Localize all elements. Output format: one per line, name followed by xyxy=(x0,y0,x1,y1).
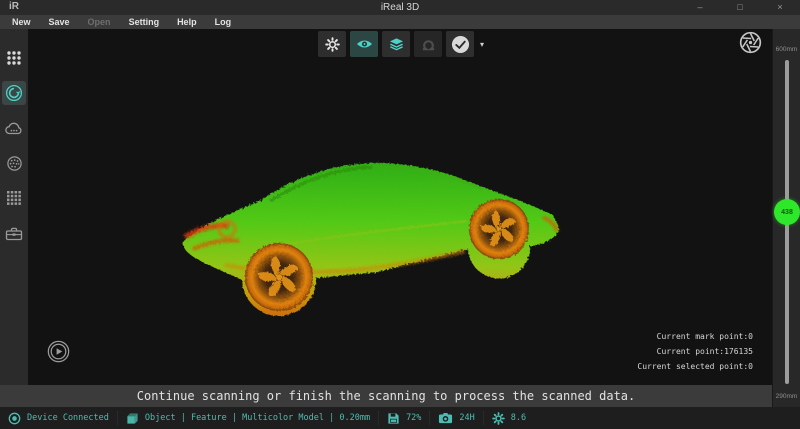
statusbar: Device Connected Object | Feature | Mult… xyxy=(0,407,800,429)
slider-max-label: 600mm xyxy=(773,46,800,53)
front-wheel xyxy=(245,243,313,311)
stat-selected-points: Current selected point:0 xyxy=(637,359,753,374)
sidebar xyxy=(0,29,28,385)
play-button[interactable] xyxy=(46,339,70,363)
menu-new[interactable]: New xyxy=(3,15,40,29)
record-circle-icon xyxy=(8,412,21,425)
menubar: New Save Open Setting Help Log xyxy=(0,15,800,29)
minimize-button[interactable]: – xyxy=(694,0,706,15)
camera-icon xyxy=(438,412,453,424)
aperture-icon[interactable] xyxy=(738,30,762,54)
message-bar: Continue scanning or finish the scanning… xyxy=(0,385,772,407)
menu-help[interactable]: Help xyxy=(168,15,206,29)
camera-status: 24H xyxy=(430,407,482,429)
window-title: iReal 3D xyxy=(0,2,800,13)
device-status: Device Connected xyxy=(0,407,117,429)
stat-current-points: Current point:176135 xyxy=(637,344,753,359)
storage-status: 72% xyxy=(379,407,429,429)
scan-mode-status: Object | Feature | Multicolor Model | 0.… xyxy=(118,407,378,429)
menu-save[interactable]: Save xyxy=(40,15,79,29)
menu-setting[interactable]: Setting xyxy=(120,15,169,29)
speed-value: 8.6 xyxy=(511,413,526,423)
ireal3d-window: iR iReal 3D – □ × New Save Open Setting … xyxy=(0,0,800,429)
gear-icon xyxy=(492,412,505,425)
slider-handle[interactable]: 438 xyxy=(774,199,800,225)
eye-icon[interactable] xyxy=(350,31,378,57)
scan-viewport-3d[interactable]: ▾ xyxy=(28,29,772,385)
cloud-icon[interactable] xyxy=(2,116,26,140)
scan-mode-label: Object | Feature | Multicolor Model | 0.… xyxy=(145,413,370,423)
floppy-disk-icon xyxy=(387,412,400,425)
object-cube-icon xyxy=(126,412,139,425)
speed-status: 8.6 xyxy=(484,407,534,429)
stat-mark-points: Current mark point:0 xyxy=(637,329,753,344)
scan-stats: Current mark point:0 Current point:17613… xyxy=(637,329,753,374)
gear-icon[interactable] xyxy=(318,31,346,57)
check-circle-icon[interactable] xyxy=(446,31,474,57)
toolbox-icon[interactable] xyxy=(2,221,26,245)
mesh-sphere-icon[interactable] xyxy=(2,151,26,175)
slider-min-label: 290mm xyxy=(773,393,800,400)
view-toolbar: ▾ xyxy=(318,31,484,57)
camera-value: 24H xyxy=(459,413,474,423)
hint-message: Continue scanning or finish the scanning… xyxy=(137,389,636,403)
menu-log[interactable]: Log xyxy=(206,15,241,29)
layers-icon[interactable] xyxy=(382,31,410,57)
maximize-button[interactable]: □ xyxy=(734,0,746,15)
storage-value: 72% xyxy=(406,413,421,423)
scan-icon[interactable] xyxy=(2,81,26,105)
device-status-label: Device Connected xyxy=(27,413,109,423)
chevron-down-icon[interactable]: ▾ xyxy=(480,40,484,49)
matrix-grid-icon[interactable] xyxy=(2,186,26,210)
rear-wheel xyxy=(469,199,529,259)
window-controls: – □ × xyxy=(694,0,786,15)
close-button[interactable]: × xyxy=(774,0,786,15)
apps-grid-icon[interactable] xyxy=(2,46,26,70)
menu-open: Open xyxy=(79,15,120,29)
titlebar: iR iReal 3D – □ × xyxy=(0,0,800,15)
person-icon[interactable] xyxy=(414,31,442,57)
scanned-car-pointcloud xyxy=(165,125,575,325)
distance-slider: 600mm 438 290mm xyxy=(772,29,800,407)
